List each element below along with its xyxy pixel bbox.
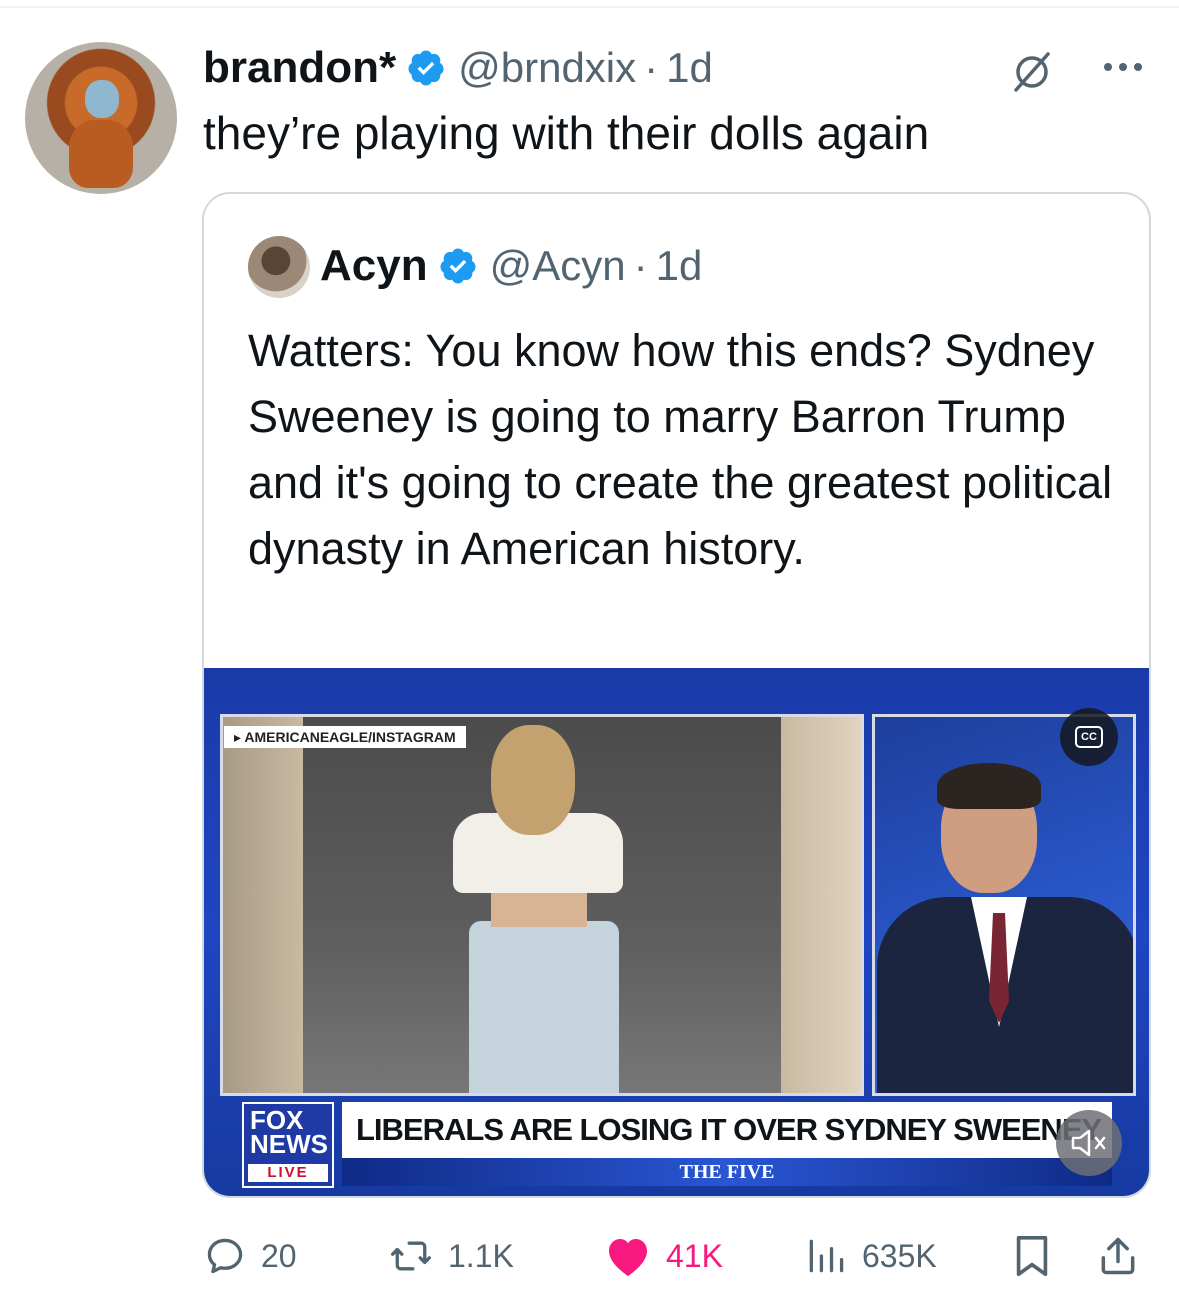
mute-button[interactable] (1056, 1110, 1122, 1176)
backdrop-right (781, 717, 861, 1093)
quoted-tweet[interactable]: Acyn @Acyn · 1d Watters: You know how th… (202, 192, 1151, 1198)
grok-icon[interactable] (1010, 50, 1054, 94)
quoted-tweet-timestamp[interactable]: 1d (656, 242, 703, 290)
share-button[interactable] (1096, 1228, 1140, 1284)
share-icon (1101, 1237, 1135, 1275)
views-button[interactable]: 635K (804, 1228, 937, 1284)
figure-midriff (491, 887, 587, 927)
bookmark-icon (1016, 1235, 1048, 1277)
avatar-monkey-body (69, 120, 133, 188)
speaker-muted-icon (1071, 1129, 1106, 1157)
reply-count: 20 (261, 1237, 297, 1274)
top-divider (0, 6, 1179, 8)
video-left-panel (220, 714, 864, 1096)
avatar-monkey-face (85, 80, 119, 118)
show-name-bar: THE FIVE (342, 1158, 1112, 1186)
reply-icon (207, 1238, 243, 1274)
heart-filled-icon (609, 1239, 647, 1276)
like-button[interactable]: 41K (604, 1228, 723, 1284)
backdrop-left (223, 717, 303, 1093)
author-name[interactable]: brandon* (203, 43, 396, 93)
verified-badge-icon (440, 248, 476, 284)
tweet-actions: 20 1.1K 41K 635K (0, 1228, 1179, 1284)
view-count: 635K (862, 1237, 937, 1274)
tweet-text: they’re playing with their dolls again (203, 107, 930, 159)
quoted-author-avatar[interactable] (248, 236, 310, 298)
quoted-tweet-text: Watters: You know how this ends? Sydney … (248, 325, 1113, 574)
show-name: THE FIVE (679, 1161, 775, 1183)
cc-icon: CC (1075, 726, 1103, 748)
anchor-hair (937, 763, 1041, 809)
live-badge: LIVE (248, 1164, 328, 1182)
quoted-tweet-header: Acyn @Acyn · 1d (320, 238, 702, 294)
author-handle[interactable]: @brndxix (458, 44, 636, 92)
reply-button[interactable]: 20 (203, 1228, 297, 1284)
video-player[interactable]: ▸ AMERICANEAGLE/INSTAGRAM CC FOX NEWS LI… (204, 668, 1149, 1196)
repost-icon (391, 1241, 431, 1271)
like-count: 41K (666, 1237, 723, 1274)
figure-head (491, 725, 575, 835)
source-tag: ▸ AMERICANEAGLE/INSTAGRAM (224, 726, 466, 748)
repost-count: 1.1K (448, 1237, 514, 1274)
bookmark-button[interactable] (1012, 1228, 1052, 1284)
logo-line-news: NEWS (250, 1129, 328, 1159)
closed-captions-button[interactable]: CC (1060, 708, 1118, 766)
views-chart-icon (809, 1239, 844, 1273)
figure-jeans (469, 921, 619, 1093)
tweet-timestamp[interactable]: 1d (666, 44, 713, 92)
news-chyron: LIBERALS ARE LOSING IT OVER SYDNEY SWEEN… (342, 1102, 1112, 1158)
more-options-icon[interactable] (1100, 52, 1146, 82)
separator-dot: · (644, 44, 659, 91)
chyron-text: LIBERALS ARE LOSING IT OVER SYDNEY SWEEN… (356, 1112, 1102, 1147)
quoted-author-handle[interactable]: @Acyn (490, 242, 626, 290)
author-avatar[interactable] (25, 42, 177, 194)
fox-news-logo: FOX NEWS LIVE (242, 1102, 334, 1188)
quoted-author-name[interactable]: Acyn (320, 241, 428, 291)
tweet-header: brandon* @brndxix · 1d (203, 40, 713, 96)
verified-badge-icon (408, 50, 444, 86)
separator-dot: · (633, 242, 648, 289)
repost-button[interactable]: 1.1K (388, 1228, 514, 1284)
video-right-panel (872, 714, 1136, 1096)
